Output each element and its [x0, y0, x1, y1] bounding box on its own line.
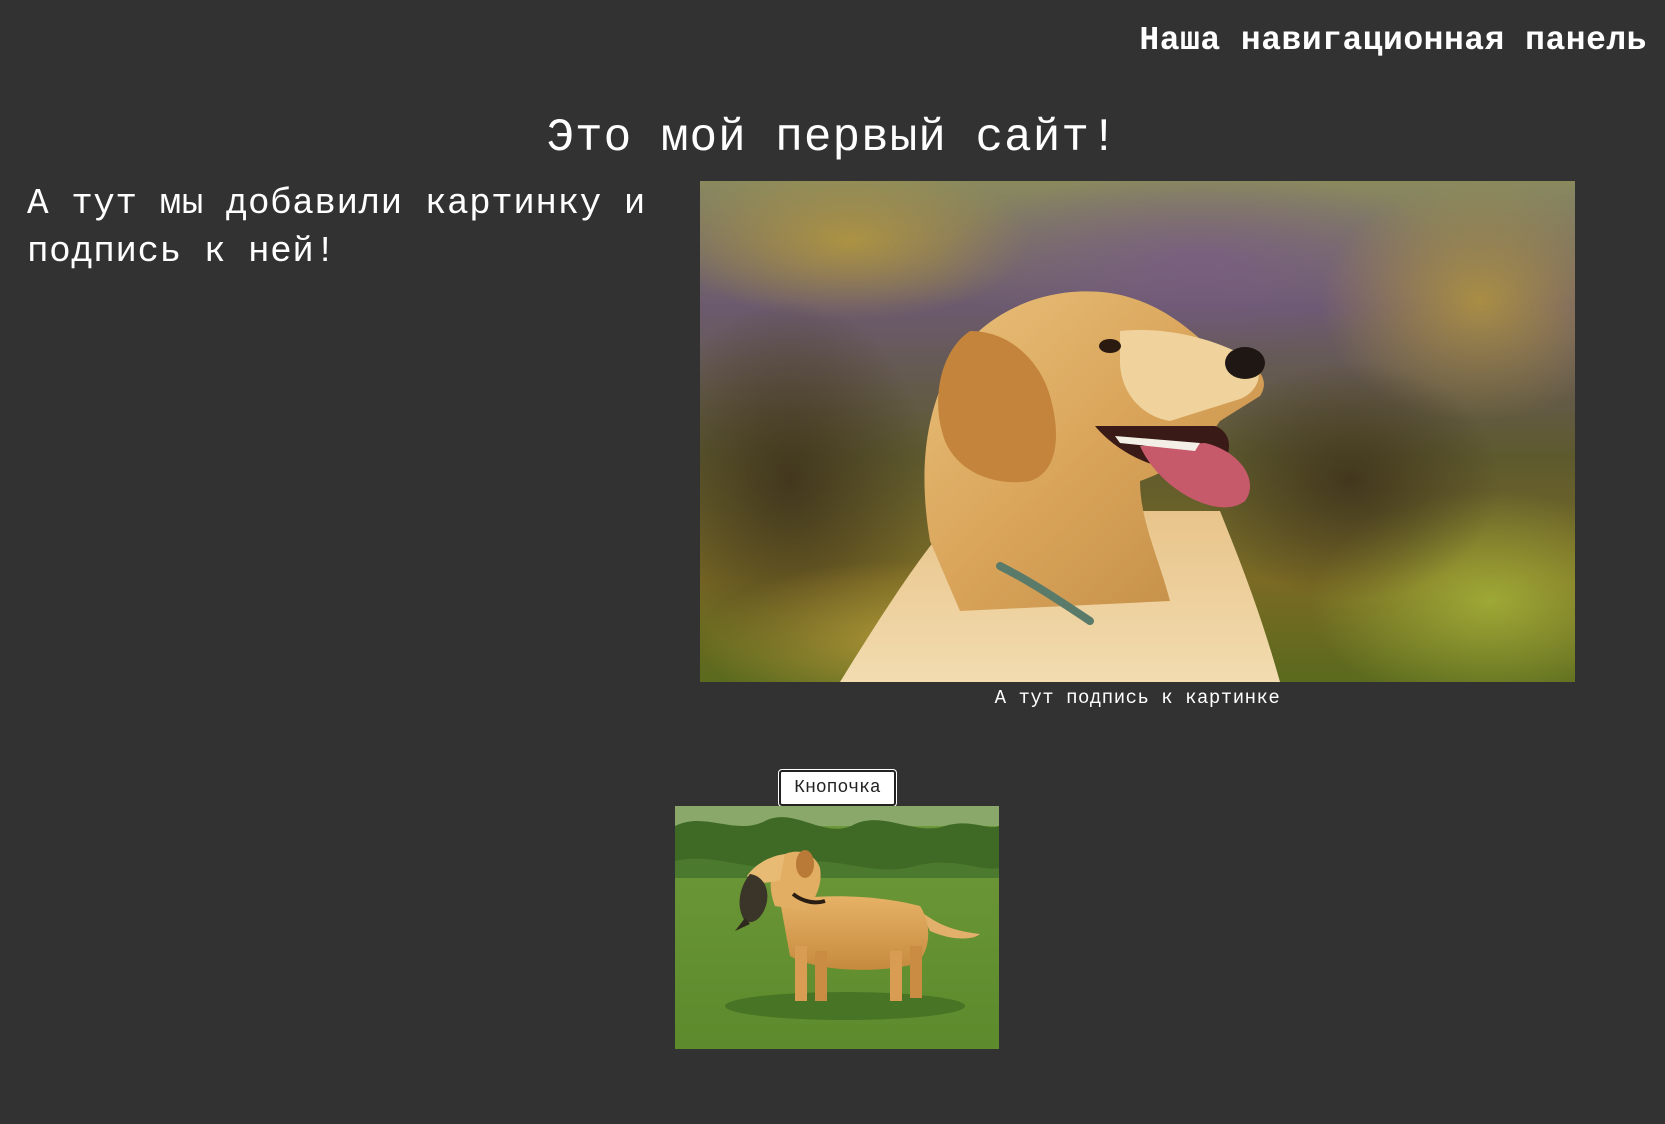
page-title: Это мой первый сайт!	[546, 112, 1119, 164]
golden-retriever-photo	[700, 181, 1575, 682]
main-figure: А тут подпись к картинке	[700, 181, 1575, 709]
intro-text: А тут мы добавили картинку и подпись к н…	[27, 183, 646, 272]
labrador-with-bird-photo	[675, 806, 999, 1049]
image-caption: А тут подпись к картинке	[994, 687, 1281, 709]
knopochka-button[interactable]: Кнопочка	[779, 770, 896, 806]
navigation-bar[interactable]: Наша навигационная панель	[1139, 22, 1647, 59]
